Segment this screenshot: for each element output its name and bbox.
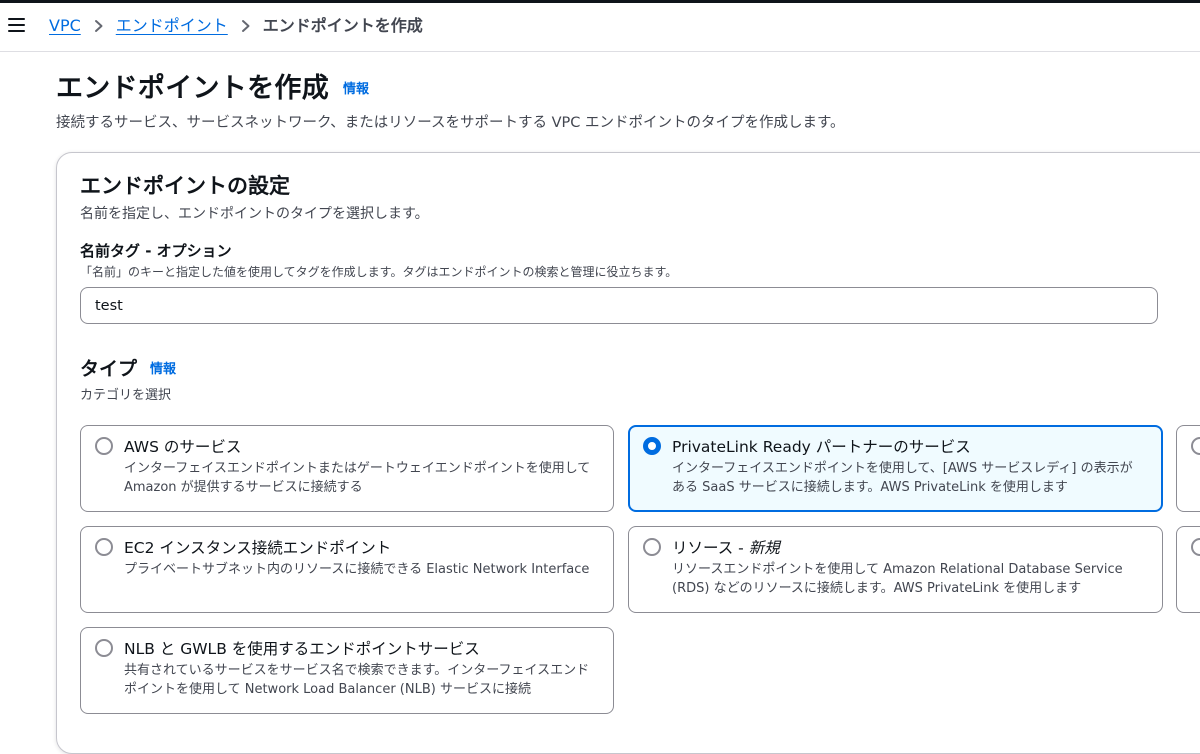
breadcrumb-link-endpoints[interactable]: エンドポイント (116, 16, 228, 35)
name-tag-label: 名前タグ - オプション (80, 242, 232, 260)
type-option-privatelink-ready-partner[interactable]: PrivateLink Ready パートナーのサービス インターフェイスエンド… (628, 425, 1163, 512)
type-option-title: NLB と GWLB を使用するエンドポイントサービス (124, 640, 480, 658)
breadcrumb-link-vpc[interactable]: VPC (49, 16, 81, 35)
top-navigation-bar: VPC エンドポイント エンドポイントを作成 (0, 3, 1200, 52)
type-option-title: EC2 インスタンス接続エンドポイント (124, 539, 392, 557)
type-option-aws-services[interactable]: AWS のサービス インターフェイスエンドポイントまたはゲートウェイエンドポイン… (80, 425, 614, 512)
chevron-right-icon (94, 20, 103, 32)
new-badge-text: 新規 (748, 539, 780, 557)
radio-button-selected[interactable] (643, 437, 661, 455)
section-description: 名前を指定し、エンドポイントのタイプを選択します。 (80, 206, 429, 222)
name-tag-input[interactable] (80, 287, 1158, 324)
type-option-description: インターフェイスエンドポイントまたはゲートウェイエンドポイントを使用して Ama… (124, 461, 591, 495)
page-info-link[interactable]: 情報 (343, 82, 369, 97)
type-description: カテゴリを選択 (80, 388, 172, 403)
type-option-title: リソース - 新規 (672, 536, 780, 558)
type-option-partial-right[interactable] (1176, 425, 1200, 512)
breadcrumb-current: エンドポイントを作成 (262, 16, 423, 35)
type-option-title: AWS のサービス (124, 438, 242, 456)
type-option-partial-right[interactable] (1176, 526, 1200, 613)
type-option-description: プライベートサブネット内のリソースに接続できる Elastic Network … (124, 562, 590, 577)
radio-button[interactable] (95, 639, 113, 657)
breadcrumb: VPC エンドポイント エンドポイントを作成 (49, 16, 423, 36)
type-option-endpoint-services-nlb-gwlb[interactable]: NLB と GWLB を使用するエンドポイントサービス 共有されているサービスを… (80, 627, 614, 714)
section-title: エンドポイントの設定 (80, 174, 290, 198)
type-option-resources[interactable]: リソース - 新規 リソースエンドポイントを使用して Amazon Relati… (628, 526, 1163, 613)
type-option-title: PrivateLink Ready パートナーのサービス (672, 438, 971, 456)
page-header: エンドポイントを作成 情報 (56, 66, 369, 105)
radio-button[interactable] (95, 538, 113, 556)
menu-icon[interactable] (8, 17, 26, 33)
chevron-right-icon (241, 20, 250, 32)
type-option-description: インターフェイスエンドポイントを使用して、[AWS サービスレディ] の表示があ… (672, 461, 1133, 495)
page-description: 接続するサービス、サービスネットワーク、またはリソースをサポートする VPC エ… (56, 115, 845, 131)
radio-button[interactable] (95, 437, 113, 455)
radio-button[interactable] (643, 538, 661, 556)
type-title: タイプ (80, 358, 138, 380)
type-option-description: リソースエンドポイントを使用して Amazon Relational Datab… (672, 562, 1123, 596)
type-option-title-text: リソース - (672, 539, 749, 557)
page-title: エンドポイントを作成 (56, 73, 329, 104)
radio-button[interactable] (1191, 437, 1200, 455)
type-option-description: 共有されているサービスをサービス名で検索できます。インターフェイスエンドポイント… (124, 663, 590, 697)
name-tag-description: 「名前」のキーと指定した値を使用してタグを作成します。タグはエンドポイントの検索… (80, 265, 678, 279)
type-header: タイプ 情報 (80, 354, 176, 381)
type-info-link[interactable]: 情報 (150, 362, 176, 377)
radio-button[interactable] (1191, 538, 1200, 556)
type-option-ec2-instance-connect[interactable]: EC2 インスタンス接続エンドポイント プライベートサブネット内のリソースに接続… (80, 526, 614, 613)
